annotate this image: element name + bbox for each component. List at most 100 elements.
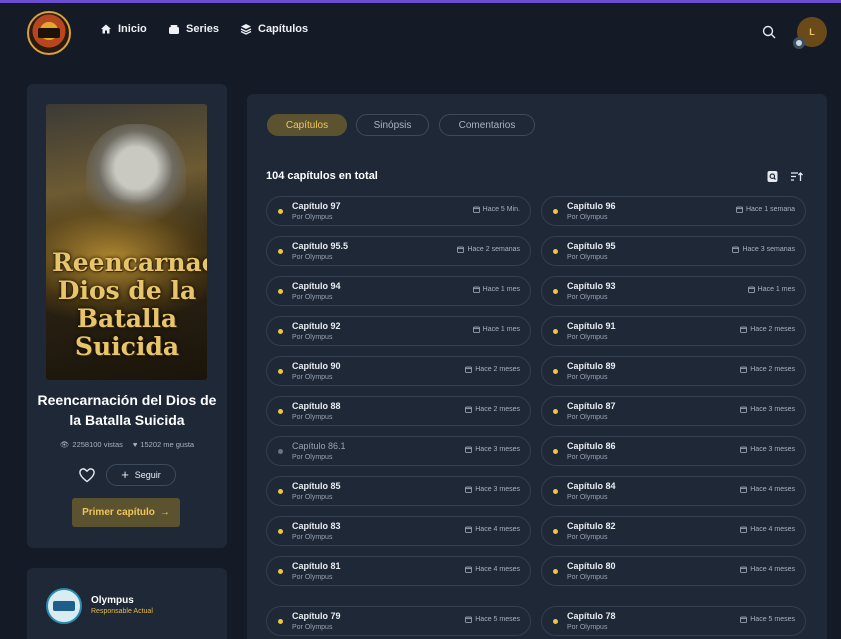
nav-chapters[interactable]: Capítulos bbox=[240, 23, 308, 35]
sort-icon[interactable] bbox=[790, 170, 803, 183]
chapter-name: Capítulo 95.5 bbox=[292, 241, 349, 251]
chapter-author: Por Olympus bbox=[567, 374, 608, 381]
tab-comments[interactable]: Comentarios bbox=[439, 114, 535, 136]
chapter-item[interactable]: Capítulo 92 Por Olympus Hace 1 mes bbox=[266, 316, 531, 346]
chapter-author: Por Olympus bbox=[292, 534, 333, 541]
tab-synopsis[interactable]: Sinópsis bbox=[356, 114, 429, 136]
chapter-item[interactable]: Capítulo 89 Por Olympus Hace 2 meses bbox=[541, 356, 806, 386]
chapter-author: Por Olympus bbox=[567, 574, 608, 581]
chapter-author: Por Olympus bbox=[292, 454, 333, 461]
chapter-time: Hace 5 Min. bbox=[472, 206, 520, 213]
chapter-author: Por Olympus bbox=[292, 254, 333, 261]
group-role: Responsable Actual bbox=[91, 608, 153, 615]
chapter-author: Por Olympus bbox=[292, 414, 333, 421]
chapter-item[interactable]: Capítulo 87 Por Olympus Hace 3 meses bbox=[541, 396, 806, 426]
chapter-item[interactable]: Capítulo 90 Por Olympus Hace 2 meses bbox=[266, 356, 531, 386]
calendar-icon bbox=[740, 566, 748, 573]
chapter-status-dot bbox=[278, 489, 283, 494]
chapter-item[interactable]: Capítulo 93 Por Olympus Hace 1 mes bbox=[541, 276, 806, 306]
calendar-icon bbox=[740, 406, 748, 413]
calendar-icon bbox=[472, 326, 480, 333]
arrow-right-icon: → bbox=[159, 507, 170, 518]
scan-group-card[interactable]: Olympus Responsable Actual bbox=[27, 568, 227, 639]
nav-home-label: Inicio bbox=[118, 23, 147, 35]
chapter-item[interactable]: Capítulo 91 Por Olympus Hace 2 meses bbox=[541, 316, 806, 346]
search-chapter-icon[interactable] bbox=[766, 170, 779, 183]
chapter-item[interactable]: Capítulo 85 Por Olympus Hace 3 meses bbox=[266, 476, 531, 506]
calendar-icon bbox=[465, 616, 473, 623]
chapter-item[interactable]: Capítulo 80 Por Olympus Hace 4 meses bbox=[541, 556, 806, 586]
heart-small-icon: ♥ bbox=[132, 440, 138, 449]
chapter-time-label: Hace 3 meses bbox=[750, 406, 795, 413]
chapter-time-label: Hace 2 meses bbox=[750, 366, 795, 373]
tab-chapters[interactable]: Capítulos bbox=[267, 114, 347, 136]
calendar-icon bbox=[472, 286, 480, 293]
chapter-item[interactable]: Capítulo 81 Por Olympus Hace 4 meses bbox=[266, 556, 531, 586]
chapter-item[interactable]: Capítulo 96 Por Olympus Hace 1 semana bbox=[541, 196, 806, 226]
chapter-item[interactable]: Capítulo 86.1 Por Olympus Hace 3 meses bbox=[266, 436, 531, 466]
chapter-name: Capítulo 86.1 bbox=[292, 441, 346, 451]
chapter-time: Hace 3 meses bbox=[740, 406, 795, 413]
chapter-time: Hace 5 meses bbox=[740, 616, 795, 623]
first-chapter-label: Primer capítulo bbox=[82, 507, 155, 518]
chapter-author: Por Olympus bbox=[567, 254, 608, 261]
chapter-name: Capítulo 91 bbox=[567, 321, 616, 331]
chapter-item[interactable]: Capítulo 97 Por Olympus Hace 5 Min. bbox=[266, 196, 531, 226]
chapter-name: Capítulo 90 bbox=[292, 361, 341, 371]
chapter-item[interactable]: Capítulo 78 Por Olympus Hace 5 meses bbox=[541, 606, 806, 636]
follow-button[interactable]: + Seguir bbox=[106, 464, 176, 486]
chapter-author: Por Olympus bbox=[292, 624, 333, 631]
likes-count: 15202 me gusta bbox=[140, 440, 195, 449]
chapter-status-dot bbox=[553, 529, 558, 534]
nav-series[interactable]: Series bbox=[168, 23, 219, 35]
chapter-author: Por Olympus bbox=[567, 214, 608, 221]
cover-title-art: Reencarnación Dios de la Batalla Suicida bbox=[52, 248, 207, 361]
site-header: Inicio Series Capítulos L bbox=[0, 3, 841, 61]
chapter-item[interactable]: Capítulo 82 Por Olympus Hace 4 meses bbox=[541, 516, 806, 546]
chapter-item[interactable]: Capítulo 83 Por Olympus Hace 4 meses bbox=[266, 516, 531, 546]
chapter-time-label: Hace 5 meses bbox=[475, 616, 520, 623]
chapter-item[interactable]: Capítulo 94 Por Olympus Hace 1 mes bbox=[266, 276, 531, 306]
chapter-name: Capítulo 84 bbox=[567, 481, 616, 491]
calendar-icon bbox=[465, 366, 473, 373]
chapter-name: Capítulo 93 bbox=[567, 281, 616, 291]
chapter-item[interactable]: Capítulo 95.5 Por Olympus Hace 2 semanas bbox=[266, 236, 531, 266]
chapter-time-label: Hace 3 meses bbox=[475, 486, 520, 493]
calendar-icon bbox=[740, 486, 748, 493]
chapter-item[interactable]: Capítulo 95 Por Olympus Hace 3 semanas bbox=[541, 236, 806, 266]
chapters-panel: Capítulos Sinópsis Comentarios 104 capít… bbox=[247, 94, 827, 639]
chapter-time-label: Hace 1 mes bbox=[757, 286, 795, 293]
chapter-time-label: Hace 1 mes bbox=[482, 326, 520, 333]
chapter-status-dot bbox=[553, 489, 558, 494]
calendar-icon bbox=[465, 566, 473, 573]
home-icon bbox=[101, 24, 111, 34]
site-logo[interactable] bbox=[27, 11, 71, 55]
chapter-item[interactable]: Capítulo 86 Por Olympus Hace 3 meses bbox=[541, 436, 806, 466]
chapter-time: Hace 4 meses bbox=[740, 526, 795, 533]
nav-home[interactable]: Inicio bbox=[100, 23, 147, 35]
chapter-author: Por Olympus bbox=[567, 454, 608, 461]
first-chapter-button[interactable]: Primer capítulo → bbox=[72, 498, 180, 527]
chapter-item[interactable]: Capítulo 84 Por Olympus Hace 4 meses bbox=[541, 476, 806, 506]
chapter-time: Hace 2 meses bbox=[740, 366, 795, 373]
manga-info-card: Reencarnación Dios de la Batalla Suicida… bbox=[27, 84, 227, 548]
chapter-name: Capítulo 87 bbox=[567, 401, 616, 411]
chapter-name: Capítulo 94 bbox=[292, 281, 341, 291]
chapter-time-label: Hace 2 semanas bbox=[467, 246, 520, 253]
chapter-status-dot bbox=[278, 289, 283, 294]
chapter-name: Capítulo 82 bbox=[567, 521, 616, 531]
chapter-status-dot bbox=[278, 619, 283, 624]
chapter-author: Por Olympus bbox=[292, 294, 333, 301]
favorite-heart-icon[interactable] bbox=[78, 466, 96, 484]
chapter-name: Capítulo 80 bbox=[567, 561, 616, 571]
search-icon[interactable] bbox=[762, 25, 776, 39]
chapter-author: Por Olympus bbox=[292, 334, 333, 341]
chapter-author: Por Olympus bbox=[567, 294, 608, 301]
calendar-icon bbox=[732, 246, 740, 253]
chapter-time-label: Hace 5 meses bbox=[750, 616, 795, 623]
chapter-item[interactable]: Capítulo 79 Por Olympus Hace 5 meses bbox=[266, 606, 531, 636]
chapter-item[interactable]: Capítulo 88 Por Olympus Hace 2 meses bbox=[266, 396, 531, 426]
chapter-time: Hace 4 meses bbox=[465, 526, 520, 533]
chapter-time-label: Hace 1 mes bbox=[482, 286, 520, 293]
chapter-time: Hace 2 semanas bbox=[457, 246, 520, 253]
